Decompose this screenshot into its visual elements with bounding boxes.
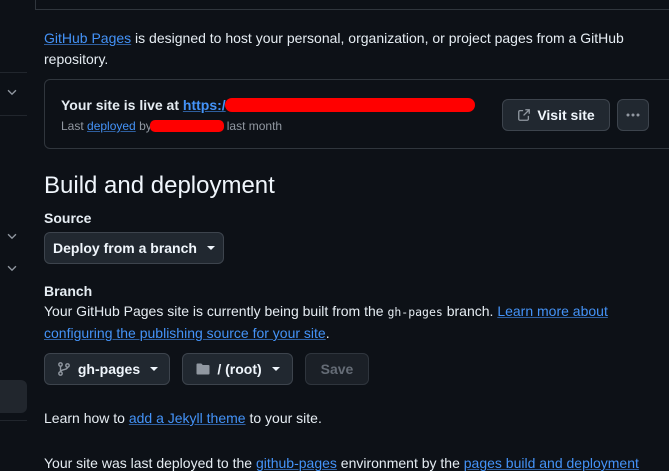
visit-site-button[interactable]: Visit site [502,99,610,131]
sidebar-edge [0,0,27,464]
source-label: Source [44,210,92,226]
chevron-down-icon[interactable] [5,85,19,99]
caret-down-icon [206,246,215,250]
branch-text: . [325,325,330,341]
workflow-link[interactable]: pages build and deployment [464,455,639,471]
caret-down-icon [150,367,159,371]
visit-site-label: Visit site [537,107,595,123]
branch-code: gh-pages [387,305,443,319]
meta-prefix: Last [61,119,88,133]
github-pages-link[interactable]: GitHub Pages [44,30,131,46]
branch-dropdown[interactable]: gh-pages [44,353,170,385]
source-dropdown[interactable]: Deploy from a branch [44,232,224,264]
redaction-mark [224,98,475,112]
last-deployed-text: Your site was last deployed to the githu… [44,455,639,471]
folder-icon [195,361,211,377]
folder-value: / (root) [217,361,262,377]
caret-down-icon [271,367,280,371]
link-external-icon [517,108,531,122]
folder-dropdown[interactable]: / (root) [182,353,293,385]
jekyll-suffix: to your site. [245,410,322,426]
pages-intro: GitHub Pages is designed to host your pe… [44,28,644,70]
site-url-link[interactable]: https:/ [183,97,475,113]
branch-label: Branch [44,283,93,299]
last-deployed-meta: Last deployed by last month [61,119,282,133]
chevron-down-icon[interactable] [5,229,19,243]
site-url-text: https:/ [182,97,226,113]
build-deployment-heading: Build and deployment [44,172,275,199]
deploy-text: Your site was last deployed to the [44,455,256,471]
jekyll-theme-text: Learn how to add a Jekyll theme to your … [44,410,322,426]
source-value: Deploy from a branch [53,240,197,256]
github-pages-env-link[interactable]: github-pages [256,455,337,471]
kebab-horizontal-icon [625,107,641,123]
jekyll-prefix: Learn how to [44,410,129,426]
sidebar-item-selected[interactable] [0,380,27,413]
sidebar-divider [0,115,27,116]
intro-text: is designed to host your personal, organ… [44,30,624,67]
branch-text: Your GitHub Pages site is currently bein… [44,303,388,319]
branch-text: branch. [442,303,498,319]
branch-value: gh-pages [77,361,141,377]
section-divider [35,9,669,10]
meta-time: last month [226,119,283,133]
sidebar-divider [0,72,27,73]
site-live-title: Your site is live at https:/ [61,97,475,113]
chevron-down-icon[interactable] [5,261,19,275]
save-button[interactable]: Save [305,353,369,385]
more-options-button[interactable] [617,99,649,131]
site-live-prefix: Your site is live at [61,97,183,113]
deploy-text: environment by the [336,455,464,471]
branch-description: Your GitHub Pages site is currently bein… [44,301,644,344]
jekyll-theme-link[interactable]: add a Jekyll theme [129,410,246,426]
git-branch-icon [56,361,72,377]
site-live-box: Your site is live at https:/ Last deploy… [44,79,669,149]
deployed-link[interactable]: deployed [87,119,136,133]
redaction-mark [149,120,224,132]
sidebar-divider [0,420,27,421]
